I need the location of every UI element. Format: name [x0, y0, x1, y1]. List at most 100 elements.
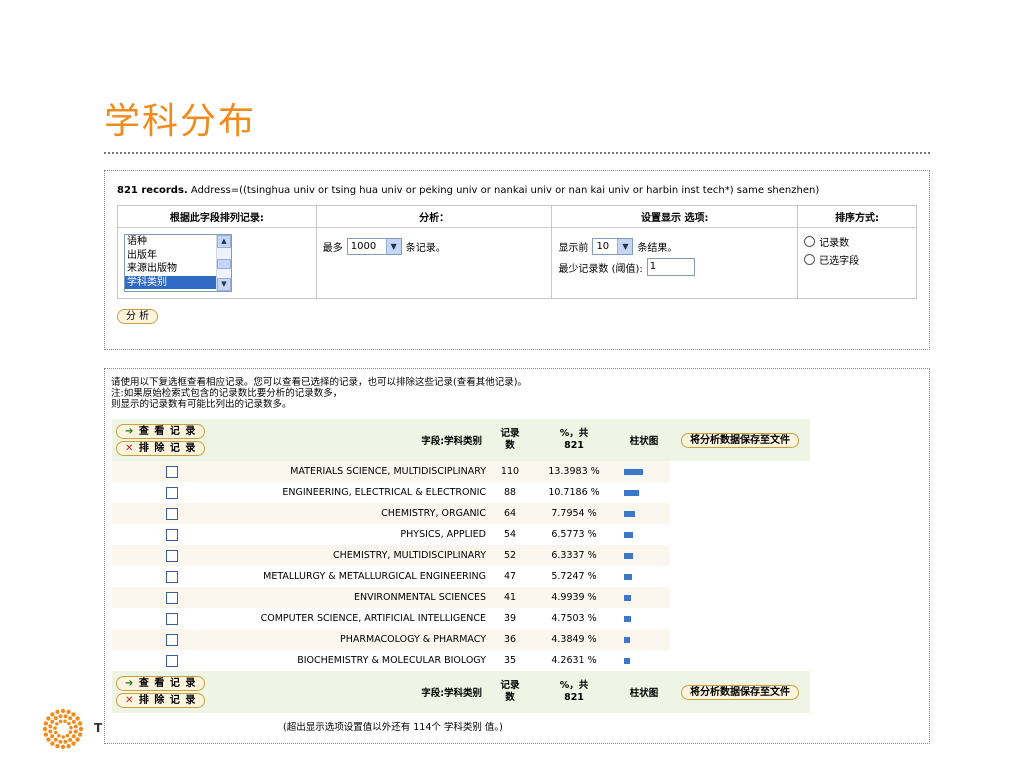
logo-dot: [50, 712, 55, 717]
percent-cell: 4.7503 %: [530, 608, 618, 629]
histogram-bar: [624, 594, 631, 601]
row-checkbox[interactable]: [166, 549, 178, 562]
logo-dot: [66, 709, 71, 715]
logo-letter: T: [94, 721, 103, 735]
percent-cell: 13.3983 %: [530, 461, 618, 482]
percent-cell: 7.7954 %: [530, 503, 618, 524]
exclude-records-button[interactable]: ✕ 排 除 记 录: [116, 441, 206, 456]
percent-cell: 4.3849 %: [530, 629, 618, 650]
arrow-right-icon: ➔: [125, 426, 135, 437]
analyze-button[interactable]: 分 析: [117, 309, 159, 324]
scroll-down-icon[interactable]: ▼: [217, 278, 231, 291]
logo-dot: [77, 721, 83, 726]
logo-dot: [60, 708, 66, 714]
analyze-prefix: 最多: [322, 243, 343, 254]
row-checkbox[interactable]: [166, 570, 178, 583]
row-checkbox[interactable]: [166, 486, 178, 499]
record-count-cell: 64: [490, 503, 530, 524]
title-divider: [104, 152, 930, 154]
sort-option-count[interactable]: 记录数: [804, 234, 910, 249]
logo-dot: [69, 725, 73, 730]
record-count-cell: 88: [490, 482, 530, 503]
record-count-cell: 39: [490, 608, 530, 629]
logo-dot: [48, 724, 53, 729]
logo-dot: [68, 730, 73, 734]
table-row: ENGINEERING, ELECTRICAL & ELECTRONIC 88 10…: [112, 482, 810, 503]
logo-dot: [68, 716, 73, 721]
logo-dot: [73, 729, 78, 734]
table-row: ENVIRONMENTAL SCIENCES 41 4.9939 %: [112, 587, 810, 608]
col-chart-header: 柱状图: [618, 419, 670, 461]
percent-cell: 4.2631 %: [530, 650, 618, 671]
header-display-options: 设置显示 选项:: [551, 205, 799, 228]
histogram-bar: [624, 573, 632, 580]
percent-cell: 10.7186 %: [530, 482, 618, 503]
logo-dot: [46, 716, 51, 721]
logo-dot: [53, 726, 57, 730]
subject-category: CHEMISTRY, MULTIDISCIPLINARY: [232, 545, 490, 566]
table-row: BIOCHEMISTRY & MOLECULAR BIOLOGY 35 4.2631…: [112, 650, 810, 671]
row-checkbox[interactable]: [166, 528, 178, 541]
logo-dot: [46, 737, 51, 742]
min-records-input[interactable]: 1: [646, 258, 695, 276]
row-checkbox[interactable]: [166, 507, 178, 520]
save-to-file-button[interactable]: 将分析数据保存至文件: [681, 684, 799, 700]
analyze-count-select[interactable]: 1000 ▼: [346, 238, 402, 255]
analyze-cell: 最多 1000 ▼ 条记录。: [315, 227, 553, 299]
row-checkbox[interactable]: [166, 654, 178, 667]
listbox-scrollbar[interactable]: ▲ ▼: [216, 235, 231, 291]
subject-category: PHARMACOLOGY & PHARMACY: [232, 629, 490, 650]
field-option-subject[interactable]: 学科类别: [125, 275, 216, 289]
logo-dot: [42, 726, 48, 732]
header-rank-field: 根据此字段排列记录:: [117, 205, 317, 228]
logo-dot: [50, 734, 55, 739]
chevron-down-icon[interactable]: ▼: [617, 239, 633, 254]
search-query: Address=((tsinghua univ or tsing hua uni…: [190, 185, 820, 196]
histogram-bar: [624, 468, 643, 475]
subject-category: COMPUTER SCIENCE, ARTIFICIAL INTELLIGENC…: [232, 608, 490, 629]
logo-dot: [60, 744, 66, 750]
row-checkbox[interactable]: [166, 591, 178, 604]
chevron-down-icon[interactable]: ▼: [385, 239, 401, 254]
view-records-button[interactable]: ➔ 查 看 记 录: [116, 676, 206, 691]
footnote: (超出显示选项设置值以外还有 114个 学科类别 值。): [283, 722, 503, 733]
sort-option-field[interactable]: 已选字段: [804, 252, 910, 267]
field-listbox[interactable]: 语种 出版年 来源出版物 学科类别 ▲ ▼: [124, 234, 232, 292]
close-icon: ✕: [125, 443, 135, 454]
exclude-records-label: 排 除 记 录: [138, 443, 197, 454]
save-to-file-button[interactable]: 将分析数据保存至文件: [681, 432, 799, 448]
results-table: ➔ 查 看 记 录 ✕ 排 除 记 录 字段:学科类别 记录 数 %，共 821…: [112, 419, 810, 713]
subject-category: METALLURGY & METALLURGICAL ENGINEERING: [232, 566, 490, 587]
view-records-button[interactable]: ➔ 查 看 记 录: [116, 424, 206, 439]
display-options-cell: 显示前 10 ▼ 条结果。 最少记录数 (阈值): 1: [551, 227, 799, 299]
record-count-cell: 54: [490, 524, 530, 545]
logo-dot: [55, 709, 60, 715]
show-top-select[interactable]: 10 ▼: [592, 238, 634, 255]
scroll-thumb[interactable]: [217, 259, 231, 269]
sort-count-label: 记录数: [819, 238, 850, 249]
instruction-line: 注:如果原始检索式包含的记录数比要分析的记录数多，: [111, 388, 343, 399]
results-summary: 821 records. Address=((tsinghua univ or …: [117, 185, 819, 196]
row-checkbox[interactable]: [166, 612, 178, 625]
logo-dot: [73, 724, 78, 729]
radio-icon[interactable]: [804, 254, 816, 265]
analysis-settings-panel: 821 records. Address=((tsinghua univ or …: [104, 170, 930, 350]
percent-cell: 5.7247 %: [530, 566, 618, 587]
scroll-up-icon[interactable]: ▲: [217, 235, 231, 248]
col-field-header: 字段:学科类别: [232, 419, 490, 461]
view-records-label: 查 看 记 录: [138, 426, 197, 437]
row-checkbox[interactable]: [166, 633, 178, 646]
show-top-value: 10: [596, 241, 610, 252]
logo-dot: [54, 730, 58, 735]
exclude-records-button[interactable]: ✕ 排 除 记 录: [116, 693, 206, 708]
record-count-cell: 110: [490, 461, 530, 482]
radio-icon[interactable]: [804, 236, 816, 247]
row-checkbox[interactable]: [166, 465, 178, 478]
logo-dot: [67, 721, 71, 726]
logo-dot: [57, 734, 61, 738]
record-count-cell: 47: [490, 566, 530, 587]
logo-dot: [63, 714, 68, 719]
arrow-right-icon: ➔: [125, 678, 135, 689]
logo-dot: [50, 719, 55, 724]
results-header-top: ➔ 查 看 记 录 ✕ 排 除 记 录 字段:学科类别 记录 数 %，共 821…: [112, 419, 810, 461]
